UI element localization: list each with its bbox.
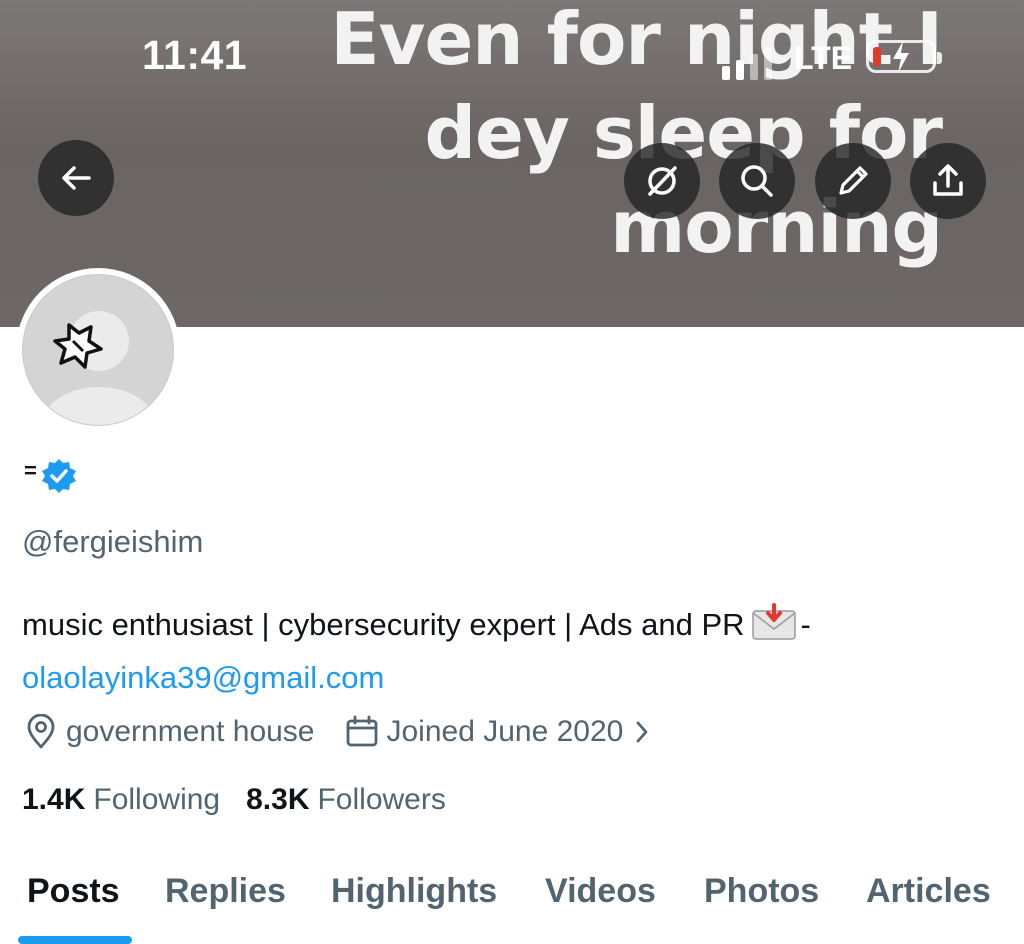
followers-link[interactable]: 8.3K Followers bbox=[246, 783, 446, 817]
status-time: 11:41 bbox=[142, 32, 248, 78]
following-link[interactable]: 1.4K Following bbox=[22, 783, 220, 817]
tab-replies[interactable]: Replies bbox=[165, 872, 286, 911]
grok-button[interactable] bbox=[624, 143, 700, 219]
tab-articles[interactable]: Articles bbox=[866, 872, 991, 911]
avatar[interactable] bbox=[16, 268, 180, 432]
location: government house bbox=[24, 714, 315, 750]
tab-highlights[interactable]: Highlights bbox=[331, 872, 497, 911]
envelope-icon bbox=[751, 603, 797, 654]
signal-icon bbox=[722, 48, 772, 80]
search-icon bbox=[741, 165, 773, 197]
profile-banner[interactable]: Even for night I dey sleep for morning 1… bbox=[0, 0, 1024, 327]
following-count: 1.4K bbox=[22, 783, 86, 816]
display-name-row: = bbox=[24, 456, 79, 496]
chevron-right-icon bbox=[633, 719, 659, 745]
tab-posts[interactable]: Posts bbox=[27, 872, 120, 911]
joined-date[interactable]: Joined June 2020 bbox=[345, 715, 660, 749]
profile-meta: government house Joined June 2020 bbox=[24, 714, 659, 750]
tab-videos[interactable]: Videos bbox=[545, 872, 656, 911]
share-icon bbox=[933, 164, 963, 196]
back-button[interactable] bbox=[38, 140, 114, 216]
battery-icon bbox=[866, 40, 942, 73]
edit-icon bbox=[839, 166, 868, 195]
bio-email-link[interactable]: olaolayinka39@gmail.com bbox=[22, 660, 384, 695]
location-text: government house bbox=[66, 715, 315, 748]
share-button[interactable] bbox=[910, 143, 986, 219]
avatar-glyph-icon bbox=[53, 323, 103, 369]
tab-photos[interactable]: Photos bbox=[704, 872, 819, 911]
search-button[interactable] bbox=[719, 143, 795, 219]
bio-suffix: - bbox=[800, 607, 811, 642]
joined-text: Joined June 2020 bbox=[386, 715, 624, 748]
bio-text: music enthusiast | cybersecurity expert … bbox=[22, 607, 745, 642]
followers-label: Followers bbox=[317, 783, 446, 816]
profile-handle: @fergieishim bbox=[22, 524, 204, 559]
profile-tabs: Posts Replies Highlights Videos Photos A… bbox=[0, 866, 1024, 944]
location-pin-icon bbox=[27, 714, 55, 749]
display-name: = bbox=[24, 458, 37, 483]
follow-counts: 1.4K Following 8.3K Followers bbox=[22, 783, 446, 817]
arrow-left-icon bbox=[62, 166, 91, 190]
followers-count: 8.3K bbox=[246, 783, 310, 816]
avatar-image bbox=[22, 274, 174, 426]
network-label: LTE bbox=[794, 40, 853, 76]
edit-button[interactable] bbox=[815, 143, 891, 219]
active-tab-indicator bbox=[18, 936, 132, 944]
verified-badge-icon[interactable] bbox=[39, 456, 79, 496]
calendar-icon bbox=[346, 715, 377, 747]
profile-bio: music enthusiast | cybersecurity expert … bbox=[22, 601, 1002, 701]
grok-icon bbox=[648, 166, 677, 196]
following-label: Following bbox=[93, 783, 221, 816]
